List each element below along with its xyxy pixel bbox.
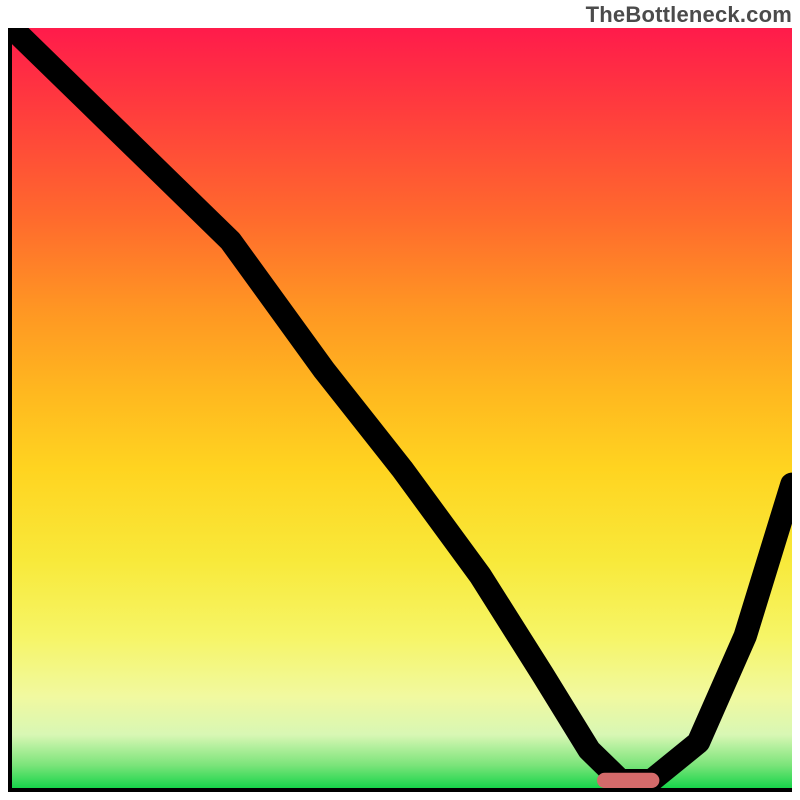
curve-svg <box>12 28 792 788</box>
optimum-marker <box>597 773 659 788</box>
watermark-text: TheBottleneck.com <box>586 2 792 28</box>
plot-area <box>8 28 792 792</box>
bottleneck-curve <box>12 28 792 780</box>
bottleneck-chart: TheBottleneck.com <box>0 0 800 800</box>
